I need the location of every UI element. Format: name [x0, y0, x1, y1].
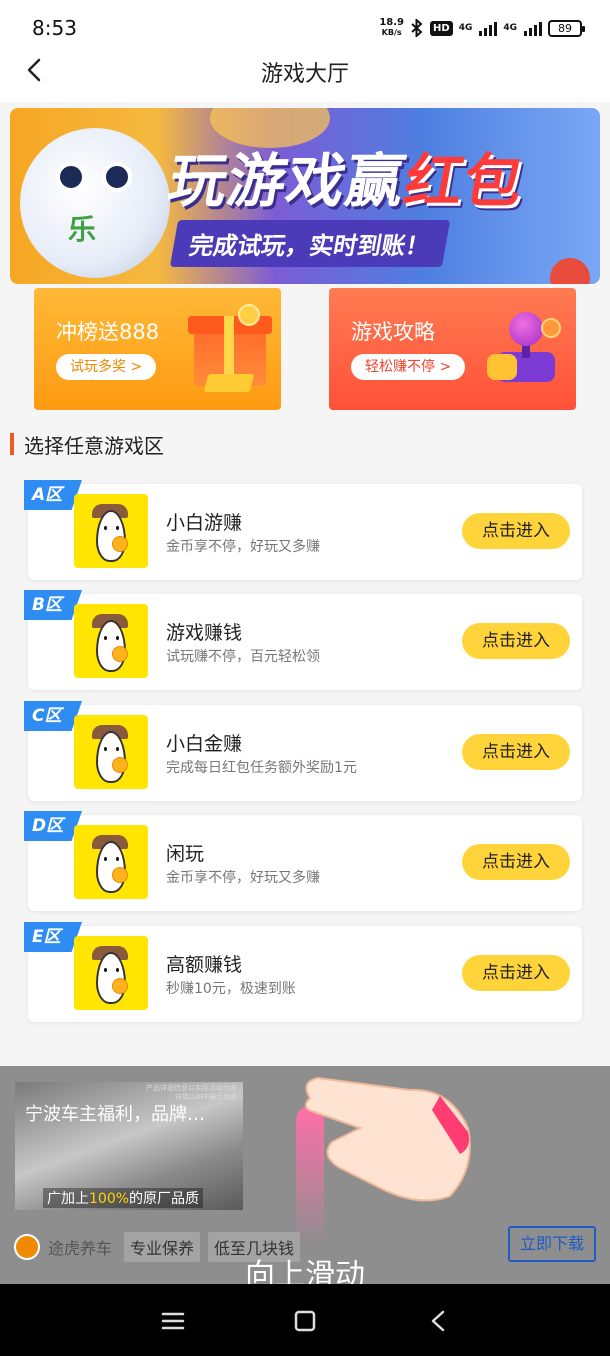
- gamepad-icon: [487, 354, 517, 380]
- enter-zone-button[interactable]: 点击进入: [462, 955, 570, 991]
- coin-icon: [112, 757, 128, 773]
- section-title-text: 选择任意游戏区: [24, 433, 164, 458]
- ad-fine-print-line: 产品详细信息以实际活动为准: [146, 1084, 237, 1092]
- coin-icon: [238, 304, 260, 326]
- sim2-network-label: 4G: [503, 23, 517, 33]
- zone-name: 游戏赚钱: [166, 622, 243, 644]
- zone-description: 完成每日红包任务额外奖励1元: [166, 760, 357, 776]
- section-title: 选择任意游戏区: [10, 432, 164, 458]
- joystick-ball: [509, 312, 543, 346]
- zone-mascot-icon: [74, 604, 148, 678]
- coin-icon: [112, 646, 128, 662]
- signal-icon: [479, 20, 498, 36]
- mascot-eye: [116, 968, 119, 972]
- enter-zone-button[interactable]: 点击进入: [462, 844, 570, 880]
- status-time: 8:53: [32, 16, 77, 40]
- zone-description: 金币享不停，好玩又多赚: [166, 870, 320, 886]
- zone-mascot-icon: [74, 494, 148, 568]
- pointing-hand-icon: [304, 1076, 471, 1202]
- banner-title: 玩游戏赢红包: [163, 134, 532, 218]
- coin-icon: [112, 978, 128, 994]
- game-zone-card[interactable]: D区 闲玩 金币享不停，好玩又多赚 点击进入: [24, 811, 582, 911]
- mascot-eye: [116, 636, 119, 640]
- signal-icon: [524, 20, 542, 36]
- network-speed: 18.9 KB/s: [379, 18, 404, 38]
- bluetooth-icon: [411, 19, 423, 37]
- promo-card-leaderboard[interactable]: 冲榜送888 试玩多奖 >: [34, 288, 281, 410]
- mascot-eye: [104, 857, 107, 861]
- ad-caption-suffix: 的原厂品质: [129, 1191, 200, 1207]
- mascot-eye: [104, 526, 107, 530]
- ad-caption-prefix: 广加上: [47, 1191, 89, 1207]
- mascot-eye: [104, 968, 107, 972]
- zone-description: 秒赚10元，极速到账: [166, 981, 296, 997]
- nav-bar: 游戏大厅: [0, 40, 610, 102]
- coin-icon: [112, 536, 128, 552]
- mascot-eye: [116, 526, 119, 530]
- promo-title: 冲榜送888: [56, 320, 160, 344]
- zone-mascot-icon: [74, 715, 148, 789]
- banner-subtitle: 完成试玩，实时到账！: [169, 220, 451, 267]
- mascot-text: 乐: [68, 213, 97, 246]
- ad-overlay[interactable]: 产品详细信息以实际活动为准 详情以APP展示为准 宁波车主福利，品牌… 广加上1…: [0, 1066, 610, 1284]
- zone-name: 闲玩: [166, 843, 205, 865]
- hd-voice-badge: HD: [430, 20, 453, 36]
- network-speed-value: 18.9: [379, 17, 405, 28]
- zone-description: 金币享不停，好玩又多赚: [166, 539, 320, 555]
- status-icons: 18.9 KB/s HD 4G 4G 89: [379, 18, 585, 38]
- promo-button[interactable]: 试玩多奖 >: [56, 354, 157, 380]
- home-square-icon[interactable]: [290, 1306, 320, 1336]
- promo-banner[interactable]: 乐 玩游戏赢红包 完成试玩，实时到账！: [10, 108, 600, 284]
- banner-title-highlight: 红包: [399, 147, 530, 215]
- system-nav-bar: [0, 1284, 610, 1356]
- zone-name: 高额赚钱: [166, 954, 243, 976]
- ad-caption: 广加上100%的原厂品质: [43, 1188, 204, 1208]
- promo-card-guide[interactable]: 游戏攻略 轻松赚不停 >: [329, 288, 576, 410]
- banner-title-main: 玩游戏赢: [163, 147, 412, 215]
- swipe-up-hint: 向上滑动: [245, 1258, 365, 1284]
- sim1-network-label: 4G: [458, 23, 473, 33]
- zone-mascot-icon: [74, 825, 148, 899]
- mascot-eye: [102, 162, 132, 192]
- enter-zone-button[interactable]: 点击进入: [462, 513, 570, 549]
- ad-video[interactable]: 产品详细信息以实际活动为准 详情以APP展示为准 宁波车主福利，品牌… 广加上1…: [15, 1082, 243, 1210]
- promo-button[interactable]: 轻松赚不停 >: [351, 354, 466, 380]
- mascot-eye: [116, 857, 119, 861]
- battery-icon: 89: [548, 19, 585, 37]
- zone-mascot-icon: [74, 936, 148, 1010]
- page-title: 游戏大厅: [260, 62, 349, 87]
- enter-zone-button[interactable]: 点击进入: [462, 734, 570, 770]
- mascot-eye: [104, 747, 107, 751]
- mascot-eye: [104, 636, 107, 640]
- menu-icon[interactable]: [158, 1306, 188, 1336]
- banner-decoration: [550, 258, 590, 284]
- mascot-eye: [116, 747, 119, 751]
- section-accent-bar: [10, 433, 14, 455]
- coin-icon: [112, 867, 128, 883]
- coin-icon: [541, 318, 561, 338]
- zone-description: 试玩赚不停，百元轻松领: [166, 649, 320, 665]
- ad-headline: 宁波车主福利，品牌…: [25, 1104, 205, 1125]
- enter-zone-button[interactable]: 点击进入: [462, 623, 570, 659]
- back-triangle-icon[interactable]: [424, 1306, 454, 1336]
- game-zone-card[interactable]: B区 游戏赚钱 试玩赚不停，百元轻松领 点击进入: [24, 590, 582, 690]
- banner-mascot-illustration: 乐: [20, 128, 170, 278]
- zone-name: 小白金赚: [166, 733, 243, 755]
- gold-bar-icon: [203, 374, 255, 392]
- zone-name: 小白游赚: [166, 512, 243, 534]
- game-zone-card[interactable]: C区 小白金赚 完成每日红包任务额外奖励1元 点击进入: [24, 701, 582, 801]
- promo-title: 游戏攻略: [351, 320, 435, 344]
- ad-caption-highlight: 100%: [89, 1191, 130, 1207]
- game-zone-card[interactable]: E区 高额赚钱 秒赚10元，极速到账 点击进入: [24, 922, 582, 1022]
- network-speed-unit: KB/s: [381, 28, 402, 37]
- mascot-eye: [56, 162, 86, 192]
- game-zone-card[interactable]: A区 小白游赚 金币享不停，好玩又多赚 点击进入: [24, 480, 582, 580]
